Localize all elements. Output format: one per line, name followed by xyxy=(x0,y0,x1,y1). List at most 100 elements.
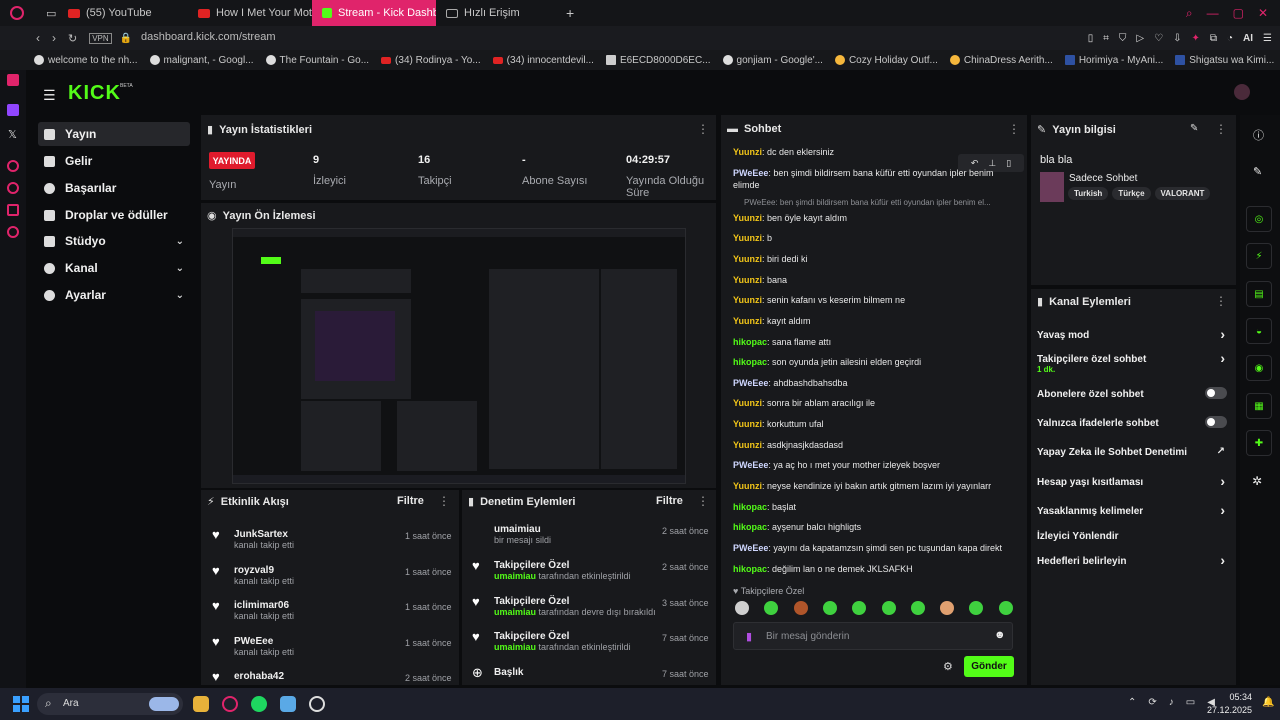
chat-username[interactable]: Yuunzi xyxy=(733,147,762,157)
sidebar-item-studio[interactable]: Stüdyo ⌄ xyxy=(38,229,190,253)
moderation-filter-button[interactable]: Filtre xyxy=(656,495,683,507)
reload-icon[interactable]: ↻ xyxy=(68,32,77,45)
bookmark-item[interactable]: gonjiam - Google'... xyxy=(722,55,823,66)
bookmark-item[interactable]: E6ECD8000D6EC... xyxy=(605,55,711,66)
bell-icon[interactable]: ◔ xyxy=(1227,33,1233,44)
url-input[interactable]: dashboard.kick.com/stream xyxy=(141,31,276,43)
bookmark-item[interactable]: welcome to the nh... xyxy=(34,55,138,66)
bookmark-item[interactable]: Shigatsu wa Kimi... xyxy=(1175,55,1274,66)
chat-username[interactable]: hikopac xyxy=(733,522,767,532)
send-button[interactable]: Gönder xyxy=(964,656,1014,677)
vpn-badge[interactable]: VPN xyxy=(89,32,112,44)
puzzle-icon[interactable]: ⧉ xyxy=(1210,33,1217,44)
taskbar-search[interactable]: ⌕ Ara xyxy=(37,693,183,715)
bookmark-item[interactable]: (34) innocentdevil... xyxy=(492,55,594,66)
channel-action-item[interactable]: Yasaklanmış kelimeler › xyxy=(1037,502,1227,518)
chat-username[interactable]: hikopac xyxy=(733,564,767,574)
history-icon[interactable] xyxy=(7,182,19,194)
chat-username[interactable]: Yuunzi xyxy=(733,316,762,326)
channel-action-item[interactable]: Takipçilere özel sohbet 1 dk. › xyxy=(1037,350,1227,374)
bolt-icon[interactable]: ⚡ xyxy=(1246,243,1272,269)
x-icon[interactable]: 𝕏 xyxy=(8,128,17,141)
info-icon[interactable]: ⓘ xyxy=(1253,127,1264,143)
emote-icon[interactable] xyxy=(881,601,896,615)
browser-menu-icon[interactable] xyxy=(0,0,36,26)
chat-username[interactable]: hikopac xyxy=(733,502,767,512)
mic-icon[interactable]: ♪ xyxy=(1169,697,1174,708)
chat-username[interactable]: hikopac xyxy=(733,337,767,347)
download-icon[interactable]: ⇩ xyxy=(1173,33,1181,44)
obs-icon[interactable] xyxy=(309,696,325,712)
sidebar-item-settings[interactable]: Ayarlar ⌄ xyxy=(38,283,190,307)
chat-username[interactable]: Yuunzi xyxy=(733,213,762,223)
channel-action-item[interactable]: Yavaş mod › xyxy=(1037,326,1227,342)
emoji-icon[interactable]: ☻ xyxy=(994,629,1006,641)
tab-youtube[interactable]: (55) YouTube xyxy=(58,0,188,26)
extensions-icon[interactable]: ✦ xyxy=(1191,33,1199,44)
emote-icon[interactable] xyxy=(793,601,808,615)
ai-button[interactable]: AI xyxy=(1243,33,1253,44)
emote-icon[interactable] xyxy=(940,601,955,615)
activity-item[interactable]: ♥ JunkSartex kanalı takip etti xyxy=(212,528,294,550)
chat-username[interactable]: Yuunzi xyxy=(733,233,762,243)
minimize-icon[interactable]: — xyxy=(1207,6,1219,21)
notes-icon[interactable] xyxy=(7,204,19,216)
moderation-item[interactable]: ⊕ Başlık xyxy=(472,666,523,679)
forward-icon[interactable]: › xyxy=(52,31,56,45)
channel-action-item[interactable]: Yapay Zeka ile Sohbet Denetimi ↗ xyxy=(1037,446,1227,458)
wrench-icon[interactable]: ✚ xyxy=(1246,430,1272,456)
external-link-icon[interactable]: ↗ xyxy=(1217,446,1225,457)
chat-username[interactable]: PWeEee xyxy=(733,378,768,388)
emote-icon[interactable] xyxy=(735,601,749,615)
chat-username[interactable]: hikopac xyxy=(733,357,767,367)
screenshot-icon[interactable]: ⌗ xyxy=(1103,33,1109,44)
mic-icon[interactable]: ▮ xyxy=(746,630,752,643)
toggle-switch[interactable] xyxy=(1205,416,1227,428)
tab-himym[interactable]: How I Met Your Mother 2... xyxy=(188,0,312,26)
sync-icon[interactable]: ⟳ xyxy=(1148,697,1156,708)
camera-icon[interactable]: ◎ xyxy=(1246,206,1272,232)
clipboard-icon[interactable]: ▤ xyxy=(1246,281,1272,307)
chat-input[interactable]: ▮ Bir mesaj gönderin ☻ xyxy=(733,622,1013,650)
chat-menu-icon[interactable]: ⋮ xyxy=(1008,122,1020,136)
toggle-switch[interactable] xyxy=(1205,387,1227,399)
activity-filter-button[interactable]: Filtre xyxy=(397,495,424,507)
back-icon[interactable]: ‹ xyxy=(36,31,40,45)
chat-username[interactable]: PWeEee xyxy=(733,460,768,470)
file-explorer-icon[interactable] xyxy=(193,696,209,712)
notification-icon[interactable]: 🔔 xyxy=(1262,697,1274,708)
activity-menu-icon[interactable]: ⋮ xyxy=(438,494,450,508)
chat-username[interactable]: Yuunzi xyxy=(733,398,762,408)
moderation-item[interactable]: ♥ Takipçilere Özel umaimiau tarafından etk… xyxy=(472,559,631,581)
bookmark-item[interactable]: The Fountain - Go... xyxy=(265,55,369,66)
emote-icon[interactable] xyxy=(998,601,1013,615)
channel-action-item[interactable]: Hesap yaşı kısıtlaması › xyxy=(1037,473,1227,489)
chat-username[interactable]: PWeEee xyxy=(733,543,768,553)
moderation-item[interactable]: umaimiau bir mesajı sildi xyxy=(472,524,551,545)
shield-icon[interactable]: ⛉ xyxy=(1119,33,1127,44)
chat-username[interactable]: Yuunzi xyxy=(733,275,762,285)
sidebar-item-achievements[interactable]: Başarılar xyxy=(38,176,190,200)
chat-username[interactable]: Yuunzi xyxy=(733,254,762,264)
activity-item[interactable]: ♥ iclimimar06 kanalı takip etti xyxy=(212,599,294,621)
chat-username[interactable]: Yuunzi xyxy=(733,481,762,491)
tab-kick-dashboard[interactable]: Stream - Kick Dashbo... xyxy=(312,0,436,26)
emote-icon[interactable] xyxy=(822,601,837,615)
monitor-icon[interactable]: ▭ xyxy=(1186,697,1195,708)
chat-settings-icon[interactable]: ⚙ xyxy=(943,660,953,673)
moderation-menu-icon[interactable]: ⋮ xyxy=(697,494,709,508)
heart-icon[interactable]: ♡ xyxy=(1154,33,1163,44)
settings-icon[interactable]: ✲ xyxy=(1252,474,1262,488)
spotify-icon[interactable] xyxy=(251,696,267,712)
bookmark-item[interactable]: Cozy Holiday Outf... xyxy=(834,55,938,66)
edit-icon[interactable]: ✎ xyxy=(1190,123,1198,134)
activity-item[interactable]: ♥ royzval9 kanalı takip etti xyxy=(212,564,294,586)
stream-info-menu-icon[interactable]: ⋮ xyxy=(1215,122,1227,136)
stats-menu-icon[interactable]: ⋮ xyxy=(697,122,709,136)
new-tab-icon[interactable]: + xyxy=(556,0,586,26)
stream-preview-video[interactable] xyxy=(232,228,686,484)
bookmark-item[interactable]: Horimiya - MyAni... xyxy=(1064,55,1163,66)
channel-action-item[interactable]: Yalnızca ifadelerle sohbet xyxy=(1037,416,1227,429)
bookmark-item[interactable]: malignant, - Googl... xyxy=(149,55,254,66)
chat-username[interactable]: Yuunzi xyxy=(733,295,762,305)
